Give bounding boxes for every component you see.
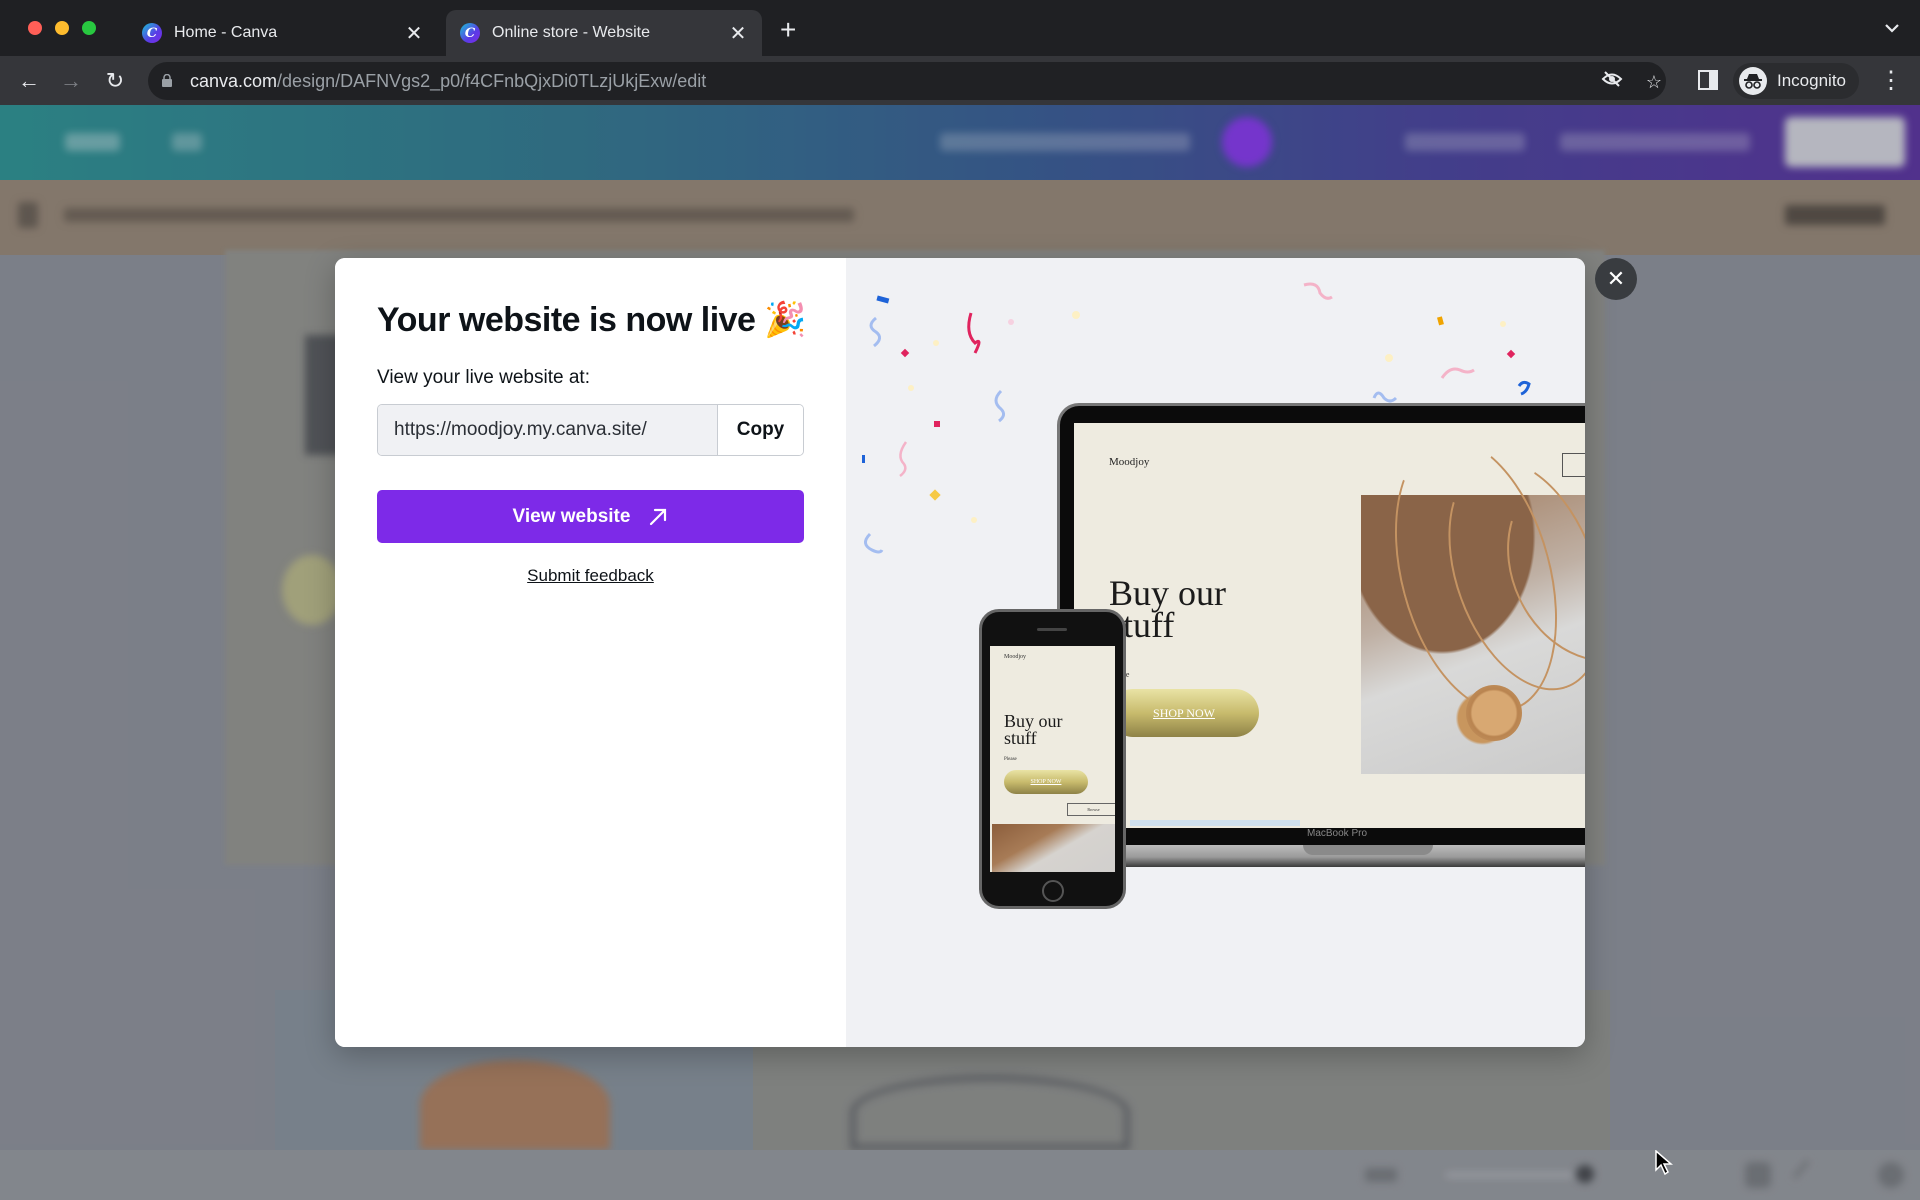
party-popper-icon: 🎉 — [764, 301, 807, 339]
publish-success-dialog: Your website is now live 🎉 View your liv… — [335, 258, 1585, 1047]
site-brand: Moodjoy — [1109, 456, 1150, 468]
canva-logo-icon: C — [460, 23, 480, 43]
dialog-title-text: Your website is now live — [377, 301, 756, 339]
site-strip — [1130, 820, 1300, 826]
laptop-screen: Moodjoy Buy our stuff Please SHOP NOW — [1074, 423, 1585, 828]
url-text[interactable]: canva.com/design/DAFNVgs2_p0/f4CFnbQjxDi… — [190, 71, 706, 92]
confetti-piece — [864, 532, 884, 554]
dialog-title: Your website is now live 🎉 — [377, 300, 807, 340]
live-url-group: Copy — [377, 404, 804, 456]
confetti-piece — [899, 441, 908, 477]
phone-speaker — [1037, 628, 1067, 631]
browser-toolbar: ← → ↻ canva.com/design/DAFNVgs2_p0/f4CFn… — [0, 56, 1920, 105]
site-headline-line2: stuff — [1109, 605, 1175, 645]
profile-label: Incognito — [1777, 71, 1846, 90]
confetti-piece — [1372, 391, 1398, 403]
confetti-piece — [994, 389, 1006, 423]
confetti-piece — [900, 348, 910, 358]
window-maximize-button[interactable] — [82, 21, 96, 35]
phone-home-button — [1042, 880, 1064, 902]
close-icon[interactable]: ✕ — [404, 21, 424, 46]
copy-button[interactable]: Copy — [717, 405, 803, 455]
confetti-piece — [1072, 311, 1080, 319]
site-headline: Buy our stuff — [1109, 575, 1226, 645]
side-panel-icon[interactable] — [1698, 70, 1718, 90]
phone-screen: Moodjoy Buy our stuff Please SHOP NOW Br… — [990, 646, 1115, 872]
laptop-bezel: Moodjoy Buy our stuff Please SHOP NOW — [1057, 403, 1585, 848]
tab-home-canva[interactable]: C Home - Canva ✕ — [128, 10, 438, 56]
tab-title: Online store - Website — [492, 24, 650, 41]
confetti-piece — [869, 316, 881, 348]
browser-tab-bar: C Home - Canva ✕ C Online store - Websit… — [0, 0, 1920, 56]
live-url-label: View your live website at: — [377, 367, 590, 388]
live-url-input[interactable] — [378, 405, 717, 455]
window-minimize-button[interactable] — [55, 21, 69, 35]
phone-site-headline: Buy our stuff — [1004, 712, 1063, 748]
confetti-piece — [934, 421, 940, 427]
browser-menu-button[interactable]: ⋮ — [1876, 66, 1906, 96]
coin-pendant — [1466, 685, 1522, 741]
url-host: canva.com — [190, 71, 278, 91]
chevron-down-icon[interactable] — [1884, 20, 1900, 38]
back-button[interactable]: ← — [14, 66, 44, 96]
confetti-piece — [908, 385, 914, 391]
lock-icon — [162, 74, 172, 87]
eye-slash-icon[interactable] — [1600, 70, 1624, 94]
confetti-piece — [1437, 316, 1444, 326]
tab-online-store[interactable]: C Online store - Website ✕ — [446, 10, 762, 56]
confetti-piece — [1500, 321, 1506, 327]
incognito-icon — [1739, 67, 1767, 95]
confetti-piece — [1506, 349, 1516, 359]
view-website-button[interactable]: View website — [377, 490, 804, 543]
phone-headline-line2: stuff — [1004, 728, 1037, 748]
phone-shop-now-button: SHOP NOW — [1004, 770, 1088, 794]
necklace-photo — [1361, 423, 1585, 774]
laptop-model-label: MacBook Pro — [1306, 828, 1368, 839]
confetti-piece — [1008, 319, 1014, 325]
profile-button[interactable]: Incognito — [1733, 63, 1859, 99]
confetti-piece — [1517, 380, 1531, 396]
address-bar[interactable]: canva.com/design/DAFNVgs2_p0/f4CFnbQjxDi… — [148, 62, 1666, 100]
confetti-piece — [876, 295, 890, 304]
canva-logo-icon: C — [142, 23, 162, 43]
url-path: /design/DAFNVgs2_p0/f4CFnbQjxDi0TLzjUkjE… — [277, 71, 707, 91]
laptop-mockup: Moodjoy Buy our stuff Please SHOP NOW — [1057, 403, 1585, 867]
window-close-button[interactable] — [28, 21, 42, 35]
mouse-cursor-icon — [1655, 1150, 1673, 1176]
confetti-piece — [967, 312, 981, 354]
phone-browse-box: Browse — [1067, 803, 1115, 816]
close-icon[interactable]: ✕ — [728, 21, 748, 46]
phone-mockup: Moodjoy Buy our stuff Please SHOP NOW Br… — [979, 609, 1126, 909]
confetti-piece — [933, 340, 939, 346]
site-shop-now-button: SHOP NOW — [1109, 689, 1259, 737]
website-preview-illustration: Moodjoy Buy our stuff Please SHOP NOW — [846, 258, 1585, 1047]
confetti-piece — [1440, 367, 1475, 379]
confetti-piece — [1303, 282, 1333, 300]
phone-necklace-photo — [992, 824, 1115, 872]
confetti-piece — [929, 489, 941, 501]
submit-feedback-link[interactable]: Submit feedback — [335, 566, 846, 586]
new-tab-button[interactable]: + — [780, 16, 796, 44]
view-website-label: View website — [512, 505, 631, 527]
tab-title: Home - Canva — [174, 24, 278, 41]
phone-site-subtext: Please — [1004, 757, 1017, 762]
external-link-arrow-icon — [650, 508, 667, 525]
dialog-content: Your website is now live 🎉 View your liv… — [335, 258, 846, 1047]
close-dialog-button[interactable]: ✕ — [1595, 258, 1637, 300]
phone-site-brand: Moodjoy — [1004, 654, 1027, 660]
confetti-piece — [862, 455, 865, 463]
bookmark-star-icon[interactable]: ☆ — [1642, 70, 1666, 94]
laptop-notch — [1303, 845, 1433, 855]
confetti-piece — [1385, 354, 1393, 362]
confetti-piece — [971, 517, 977, 523]
forward-button[interactable]: → — [56, 66, 86, 96]
reload-button[interactable]: ↻ — [100, 66, 130, 96]
